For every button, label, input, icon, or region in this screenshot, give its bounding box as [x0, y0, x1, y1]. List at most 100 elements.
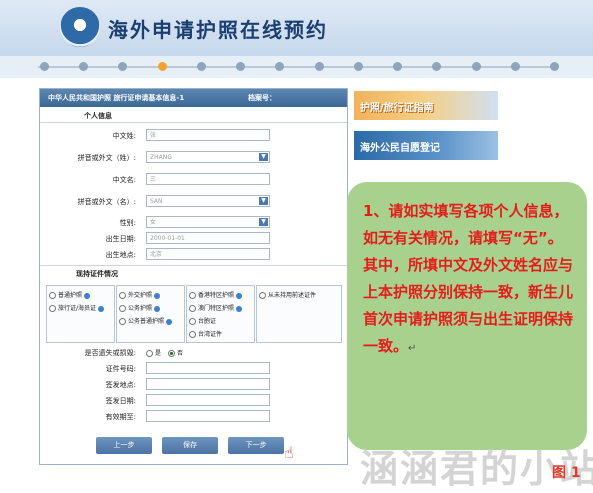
- next-button[interactable]: 下一步: [228, 437, 284, 454]
- info-icon[interactable]: [236, 292, 243, 299]
- chinese-given-name-input[interactable]: 三: [146, 173, 270, 185]
- issue-date-input[interactable]: [146, 394, 270, 406]
- info-icon[interactable]: [154, 292, 161, 299]
- doc-group-3: 香港特区护照 澳门特区护照 台胞证 台湾证件: [186, 285, 255, 343]
- radio-never-held[interactable]: 从未持用前述证件: [259, 290, 316, 299]
- pinyin-surname-select[interactable]: ZHANG ▼: [146, 151, 270, 163]
- gender-select[interactable]: 女 ▼: [146, 216, 270, 228]
- application-form: 中华人民共和国护照 旅行证申请基本信息-1 档案号： 2016072800378…: [39, 88, 348, 465]
- passport-guide-label: 护照/旅行证指南: [360, 103, 434, 114]
- radio-circle[interactable]: [189, 305, 196, 312]
- radio-circle[interactable]: [49, 305, 56, 312]
- radio-circle[interactable]: [259, 292, 266, 299]
- citizen-registration-link[interactable]: 海外公民自愿登记: [354, 131, 498, 160]
- doc-number-label: 证件号码:: [105, 365, 136, 373]
- progress-step-dot: [510, 62, 520, 71]
- section-personal-info: 个人信息: [84, 112, 112, 120]
- birth-place-label: 出生地点:: [105, 251, 136, 259]
- radio-circle[interactable]: [189, 292, 196, 299]
- radio-lost-yes[interactable]: 是: [146, 348, 161, 357]
- radio-circle[interactable]: [119, 305, 126, 312]
- radio-official-ordinary-passport[interactable]: 公务普通护照: [119, 316, 173, 325]
- info-icon[interactable]: [166, 318, 173, 325]
- option-label: 台湾证件: [198, 331, 223, 338]
- doc-number-input[interactable]: [146, 362, 270, 374]
- pinyin-given-name-select[interactable]: SAN ▼: [146, 195, 270, 207]
- prev-button[interactable]: 上一步: [96, 437, 152, 454]
- option-label: 澳门特区护照: [198, 305, 235, 312]
- option-label: 否: [177, 350, 184, 357]
- radio-circle[interactable]: [119, 292, 126, 299]
- radio-ordinary-passport[interactable]: 普通护照: [49, 290, 91, 299]
- chevron-down-icon[interactable]: ▼: [259, 197, 268, 205]
- progress-step-dot: [314, 62, 324, 71]
- radio-circle[interactable]: [49, 292, 56, 299]
- progress-step-dot: [157, 62, 167, 71]
- lost-question-label: 是否遗失或损毁:: [84, 349, 136, 357]
- expiry-date-input[interactable]: [146, 410, 270, 422]
- chinese-given-name-label: 中文名:: [112, 176, 136, 184]
- doc-group-4: 从未持用前述证件: [256, 285, 342, 343]
- radio-circle[interactable]: [189, 318, 196, 325]
- progress-step-dot: [40, 62, 49, 71]
- option-label: 公务普通护照: [128, 318, 165, 325]
- issue-place-input[interactable]: [146, 378, 270, 390]
- pinyin-given-name-value: SAN: [150, 198, 163, 205]
- doc-group-1: 普通护照 旅行证/海员证: [46, 285, 115, 343]
- pinyin-surname-label: 拼音或外文（姓）:: [77, 154, 136, 162]
- gender-value: 女: [150, 219, 157, 226]
- progress-step-dot: [236, 62, 246, 71]
- birth-place-input[interactable]: 北京: [146, 248, 270, 260]
- radio-lost-no[interactable]: 否: [168, 348, 183, 357]
- doc-group-2: 外交护照 公务护照 公务普通护照: [116, 285, 185, 343]
- passport-guide-link[interactable]: 护照/旅行证指南: [354, 91, 498, 120]
- section-current-documents: 现持证件情况: [76, 270, 118, 278]
- radio-circle[interactable]: [146, 350, 153, 357]
- progress-steps: [0, 56, 593, 78]
- pinyin-surname-value: ZHANG: [150, 154, 172, 161]
- hand-pointer-icon: ☝: [284, 443, 294, 462]
- radio-circle-checked[interactable]: [168, 350, 175, 357]
- info-icon[interactable]: [84, 292, 91, 299]
- form-title: 中华人民共和国护照 旅行证申请基本信息-1: [48, 94, 185, 102]
- divider: [40, 122, 347, 123]
- option-label: 公务护照: [128, 305, 153, 312]
- radio-circle[interactable]: [119, 318, 126, 325]
- site-title: 海外申请护照在线预约: [108, 18, 328, 42]
- progress-step-dot: [118, 62, 128, 71]
- progress-step-dot: [79, 62, 89, 71]
- radio-service-passport[interactable]: 公务护照: [119, 303, 161, 312]
- birth-date-input[interactable]: 2000-01-01: [146, 232, 270, 244]
- save-button[interactable]: 保存: [162, 437, 218, 454]
- instruction-body: 1、请如实填写各项个人信息，如无有关情况，请填写“无”。其中，所填中文及外文姓名…: [363, 202, 574, 355]
- info-icon[interactable]: [154, 305, 161, 312]
- emblem-icon: [60, 7, 100, 47]
- radio-circle[interactable]: [189, 331, 196, 338]
- figure-label: 图 1: [552, 465, 581, 481]
- info-icon[interactable]: [236, 305, 243, 312]
- progress-step-dot: [393, 62, 403, 71]
- option-label: 香港特区护照: [198, 292, 235, 299]
- divider: [40, 265, 347, 266]
- radio-diplomatic-passport[interactable]: 外交护照: [119, 290, 161, 299]
- radio-travel-permit[interactable]: 旅行证/海员证: [49, 303, 105, 312]
- radio-taiwan-document[interactable]: 台湾证件: [189, 329, 222, 338]
- chevron-down-icon[interactable]: ▼: [259, 153, 268, 161]
- expiry-date-label: 有效期至:: [105, 413, 136, 421]
- info-icon[interactable]: [98, 305, 105, 312]
- site-header: 海外申请护照在线预约: [0, 0, 593, 56]
- chinese-surname-input[interactable]: 张: [146, 129, 270, 141]
- issue-place-label: 签发地点:: [105, 381, 136, 389]
- instruction-note: 1、请如实填写各项个人信息，如无有关情况，请填写“无”。其中，所填中文及外文姓名…: [347, 182, 587, 450]
- radio-taiwan-compatriot-permit[interactable]: 台胞证: [189, 316, 216, 325]
- chevron-down-icon[interactable]: ▼: [259, 218, 268, 226]
- citizen-registration-label: 海外公民自愿登记: [360, 143, 440, 154]
- gender-label: 性别:: [119, 219, 136, 227]
- option-label: 从未持用前述证件: [268, 292, 317, 299]
- radio-hk-passport[interactable]: 香港特区护照: [189, 290, 243, 299]
- progress-step-dot: [275, 62, 285, 71]
- radio-macau-passport[interactable]: 澳门特区护照: [189, 303, 243, 312]
- birth-date-label: 出生日期:: [105, 235, 136, 243]
- pinyin-given-name-label: 拼音或外文（名）:: [77, 198, 136, 206]
- option-label: 台胞证: [198, 318, 217, 325]
